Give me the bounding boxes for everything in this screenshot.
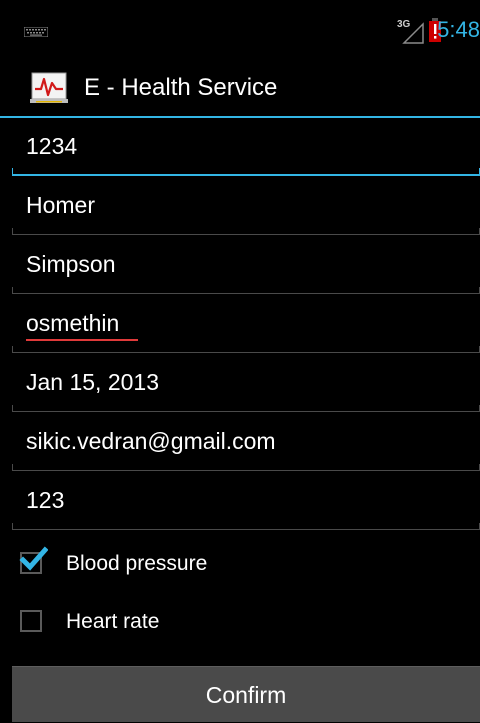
status-bar: 3G 5:48 [0,0,480,58]
last-name-field[interactable]: Simpson [12,236,480,294]
app-title: E - Health Service [84,74,278,101]
field-value: Homer [26,192,96,218]
spell-check-underline [26,339,138,341]
heart-rate-checkbox[interactable]: Heart rate [0,596,480,652]
field-value: 123 [26,487,65,513]
field-value: Jan 15, 2013 [26,369,160,395]
medication-field[interactable]: osmethin [12,295,480,353]
field-underline [12,346,480,353]
email-field[interactable]: sikic.vedran@gmail.com [12,413,480,471]
field-value: osmethin [26,310,120,336]
network-type-label: 3G [397,19,411,30]
field-underline [12,405,480,412]
field-value: Simpson [26,251,116,277]
signal-icon: 3G [397,19,424,44]
field-underline [12,464,480,471]
status-clock: 5:48 [437,17,480,42]
first-name-field[interactable]: Homer [12,177,480,235]
field-underline [12,287,480,294]
number-field[interactable]: 123 [12,472,480,530]
field-underline [12,168,480,176]
action-bar: E - Health Service [0,58,480,118]
field-underline [12,228,480,235]
keyboard-icon [24,27,48,37]
checkmark-icon [19,546,48,571]
checkbox-label: Heart rate [66,610,160,633]
heart-monitor-icon [30,72,68,103]
checkbox-box[interactable] [20,610,42,632]
checkbox-label: Blood pressure [66,552,208,575]
field-underline [12,523,480,530]
date-field[interactable]: Jan 15, 2013 [12,354,480,412]
field-value: 1234 [26,133,78,159]
confirm-button[interactable]: Confirm [12,666,480,722]
id-field[interactable]: 1234 [12,118,480,176]
field-value: sikic.vedran@gmail.com [26,428,276,454]
blood-pressure-checkbox[interactable]: Blood pressure [0,538,480,594]
